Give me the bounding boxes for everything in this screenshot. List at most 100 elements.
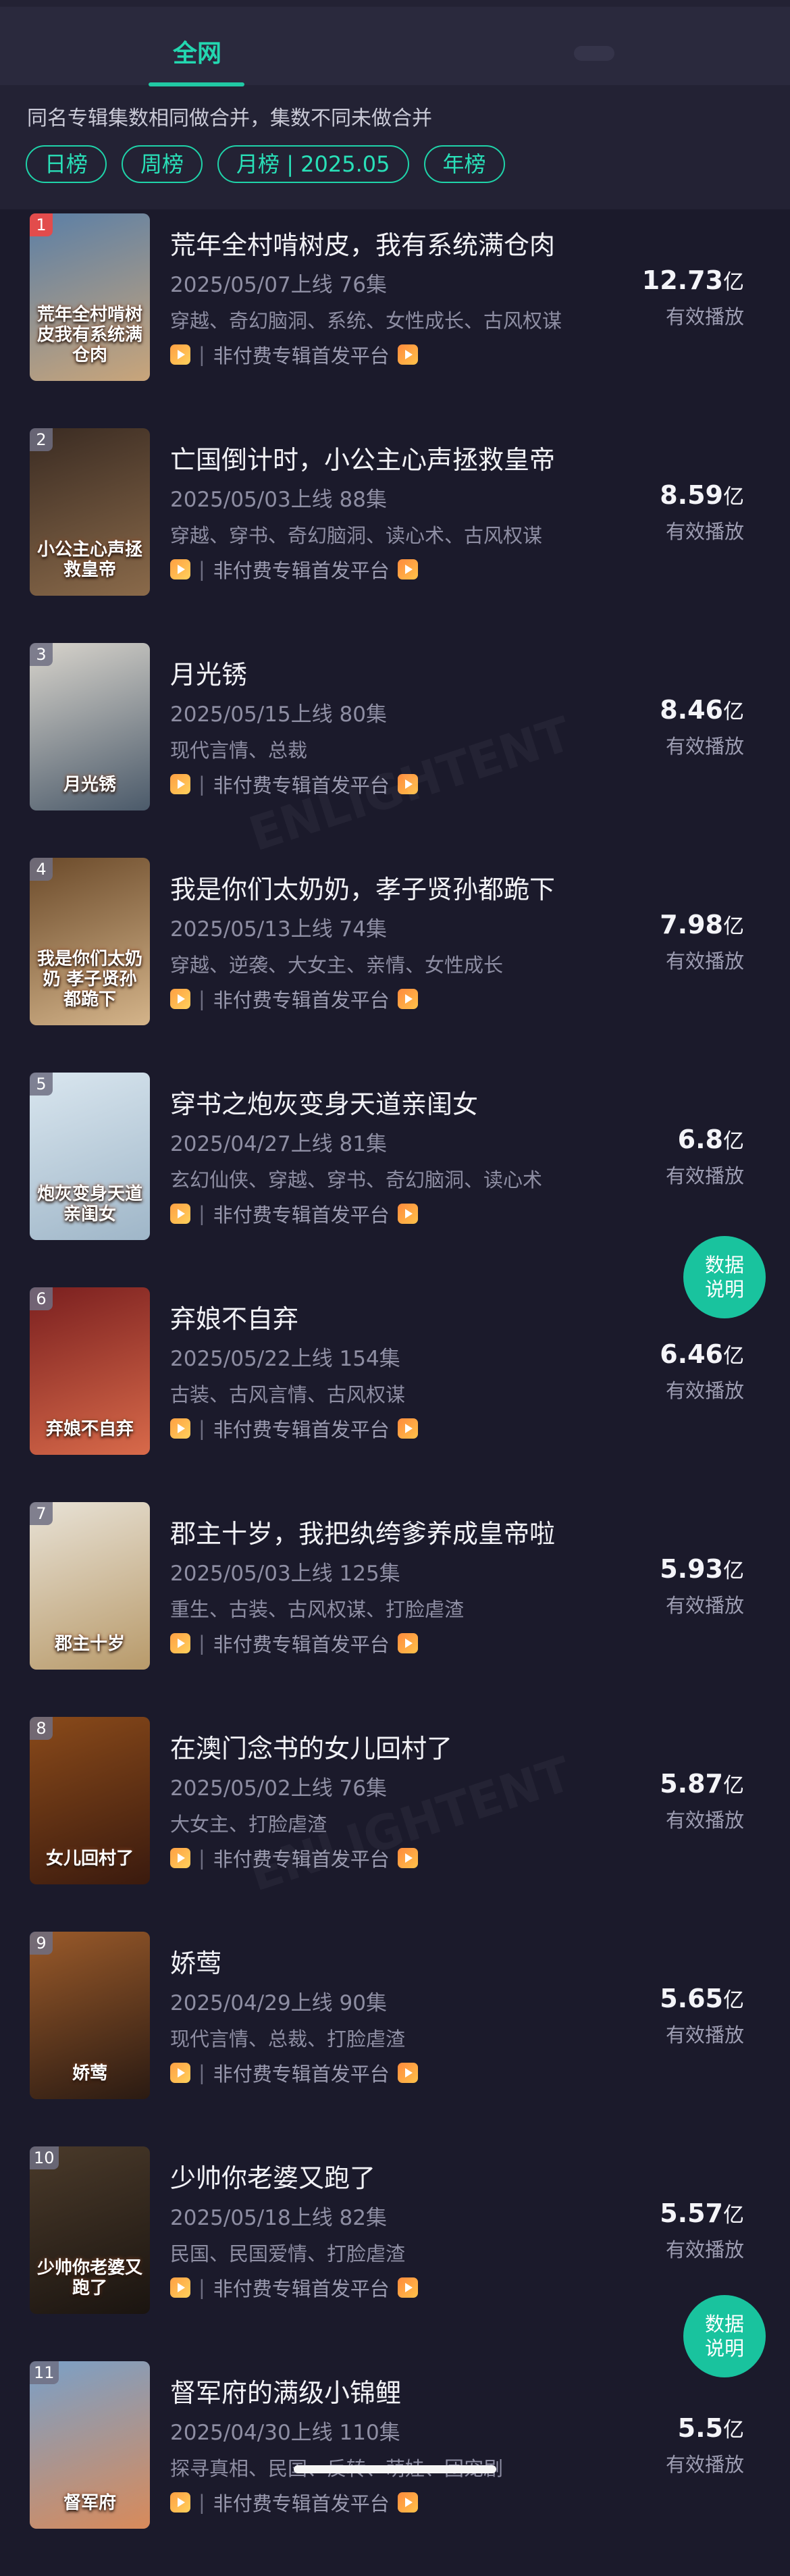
platform-logo-icon bbox=[170, 2063, 190, 2083]
play-count-unit: 亿 bbox=[723, 1774, 744, 1798]
poster-title: 荒年全村啃树皮我有系统满仓肉 bbox=[36, 305, 142, 366]
header: 全网 同名专辑集数相同做合并，集数不同未做合并 日榜 周榜 月榜 | 2025.… bbox=[0, 0, 790, 209]
poster-image[interactable]: 娇莺 bbox=[30, 1932, 150, 2099]
genre-tags: 现代言情、总裁 bbox=[170, 739, 308, 762]
release-info: 2025/05/07上线 76集 bbox=[170, 273, 387, 297]
tab-placeholder[interactable] bbox=[574, 46, 614, 61]
play-count-unit: 亿 bbox=[723, 2203, 744, 2227]
list-item[interactable]: 娇莺 9 娇莺 2025/04/29上线 90集 现代言情、总裁、打脸虐渣 | … bbox=[0, 1932, 790, 2146]
play-count-number: 12.73 bbox=[641, 265, 723, 295]
genre-tags: 玄幻仙侠、穿越、穿书、奇幻脑洞、读心术 bbox=[170, 1168, 543, 1191]
release-info: 2025/05/02上线 76集 bbox=[170, 1776, 387, 1801]
platform-row: | 非付费专辑首发平台 bbox=[170, 1629, 418, 1657]
poster-title: 我是你们太奶奶 孝子贤孙都跪下 bbox=[36, 949, 142, 1010]
release-info: 2025/05/18上线 82集 bbox=[170, 2206, 387, 2230]
play-count-number: 5.57 bbox=[660, 2198, 723, 2228]
platform-logo-icon bbox=[170, 1204, 190, 1224]
filter-daily[interactable]: 日榜 bbox=[26, 145, 107, 183]
platform-logo-icon bbox=[397, 1418, 418, 1439]
separator: | bbox=[199, 343, 205, 366]
filter-monthly[interactable]: 月榜 | 2025.05 bbox=[217, 145, 409, 183]
play-count-number: 8.59 bbox=[660, 480, 723, 510]
list-item[interactable]: 女儿回村了 8 在澳门念书的女儿回村了 2025/05/02上线 76集 大女主… bbox=[0, 1717, 790, 1932]
platform-logo-icon bbox=[170, 1633, 190, 1653]
list-item[interactable]: 炮灰变身天道亲闺女 5 穿书之炮灰变身天道亲闺女 2025/04/27上线 81… bbox=[0, 1073, 790, 1287]
rank-badge: 1 bbox=[30, 213, 53, 236]
drama-title[interactable]: 我是你们太奶奶，孝子贤孙都跪下 bbox=[170, 869, 555, 906]
merge-note: 同名专辑集数相同做合并，集数不同未做合并 bbox=[27, 107, 432, 130]
drama-title[interactable]: 在澳门念书的女儿回村了 bbox=[170, 1728, 452, 1765]
poster-image[interactable]: 小公主心声拯救皇帝 bbox=[30, 428, 150, 596]
list-item[interactable]: 月光锈 3 月光锈 2025/05/15上线 80集 现代言情、总裁 | 非付费… bbox=[0, 643, 790, 858]
play-count: 5.57亿 bbox=[660, 2198, 744, 2228]
play-count-unit: 亿 bbox=[723, 1559, 744, 1583]
play-count: 5.65亿 bbox=[660, 1983, 744, 2013]
play-count-number: 6.46 bbox=[660, 1339, 723, 1369]
platform-logo-icon bbox=[170, 774, 190, 794]
poster-image[interactable]: 月光锈 bbox=[30, 643, 150, 810]
poster-image[interactable]: 郡主十岁 bbox=[30, 1502, 150, 1670]
platform-logo-icon bbox=[397, 559, 418, 579]
play-count: 6.46亿 bbox=[660, 1339, 744, 1369]
tab-all[interactable]: 全网 bbox=[173, 34, 221, 69]
list-item[interactable]: 弃娘不自弃 6 弃娘不自弃 2025/05/22上线 154集 古装、古风言情、… bbox=[0, 1287, 790, 1502]
platform-logo-icon bbox=[397, 774, 418, 794]
period-filter: 日榜 周榜 月榜 | 2025.05 年榜 bbox=[26, 145, 505, 183]
filter-weekly[interactable]: 周榜 bbox=[122, 145, 203, 183]
play-count-unit: 亿 bbox=[723, 270, 744, 294]
rank-badge: 5 bbox=[30, 1073, 53, 1096]
list-item[interactable]: 我是你们太奶奶 孝子贤孙都跪下 4 我是你们太奶奶，孝子贤孙都跪下 2025/0… bbox=[0, 858, 790, 1073]
release-info: 2025/05/15上线 80集 bbox=[170, 702, 387, 727]
drama-title[interactable]: 弃娘不自弃 bbox=[170, 1298, 298, 1335]
drama-title[interactable]: 郡主十岁，我把纨绔爹养成皇帝啦 bbox=[170, 1513, 555, 1550]
rank-badge: 2 bbox=[30, 428, 53, 451]
filter-yearly[interactable]: 年榜 bbox=[423, 145, 505, 183]
release-info: 2025/04/27上线 81集 bbox=[170, 1132, 387, 1156]
genre-tags: 穿越、穿书、奇幻脑洞、读心术、古风权谋 bbox=[170, 524, 543, 547]
poster-image[interactable]: 少帅你老婆又跑了 bbox=[30, 2146, 150, 2314]
data-explain-button[interactable]: 数据 说明 bbox=[683, 1236, 766, 1318]
list-item[interactable]: 荒年全村啃树皮我有系统满仓肉 1 荒年全村啃树皮，我有系统满仓肉 2025/05… bbox=[0, 213, 790, 428]
play-count: 8.46亿 bbox=[660, 694, 744, 725]
separator: | bbox=[199, 987, 205, 1010]
drama-title[interactable]: 娇莺 bbox=[170, 1942, 221, 1980]
data-explain-button[interactable]: 数据 说明 bbox=[683, 2295, 766, 2377]
platform-row: | 非付费专辑首发平台 bbox=[170, 2273, 418, 2302]
play-count: 5.87亿 bbox=[660, 1768, 744, 1799]
separator: | bbox=[199, 2276, 205, 2299]
play-count: 7.98亿 bbox=[660, 909, 744, 939]
platform-text: 非付费专辑首发平台 bbox=[213, 989, 390, 1012]
drama-title[interactable]: 督军府的满级小锦鲤 bbox=[170, 2372, 401, 2409]
poster-image[interactable]: 女儿回村了 bbox=[30, 1717, 150, 1884]
poster-title: 女儿回村了 bbox=[45, 1849, 134, 1870]
play-count-unit: 亿 bbox=[723, 1988, 744, 2013]
poster-image[interactable]: 弃娘不自弃 bbox=[30, 1287, 150, 1455]
drama-title[interactable]: 荒年全村啃树皮，我有系统满仓肉 bbox=[170, 224, 555, 261]
release-info: 2025/04/29上线 90集 bbox=[170, 1991, 387, 2015]
list-item[interactable]: 郡主十岁 7 郡主十岁，我把纨绔爹养成皇帝啦 2025/05/03上线 125集… bbox=[0, 1502, 790, 1717]
play-count-number: 5.65 bbox=[660, 1984, 723, 2013]
poster-image[interactable]: 炮灰变身天道亲闺女 bbox=[30, 1073, 150, 1240]
list-item[interactable]: 少帅你老婆又跑了 10 少帅你老婆又跑了 2025/05/18上线 82集 民国… bbox=[0, 2146, 790, 2361]
poster-image[interactable]: 我是你们太奶奶 孝子贤孙都跪下 bbox=[30, 858, 150, 1025]
list-item[interactable]: 小公主心声拯救皇帝 2 亡国倒计时，小公主心声拯救皇帝 2025/05/03上线… bbox=[0, 428, 790, 643]
play-count: 5.5亿 bbox=[678, 2413, 744, 2443]
drama-title[interactable]: 亡国倒计时，小公主心声拯救皇帝 bbox=[170, 439, 555, 476]
play-count-label: 有效播放 bbox=[665, 2453, 744, 2476]
platform-row: | 非付费专辑首发平台 bbox=[170, 985, 418, 1013]
platform-logo-icon bbox=[170, 989, 190, 1009]
genre-tags: 大女主、打脸虐渣 bbox=[170, 1813, 327, 1836]
genre-tags: 穿越、逆袭、大女主、亲情、女性成长 bbox=[170, 954, 504, 977]
drama-title[interactable]: 月光锈 bbox=[170, 654, 247, 691]
poster-image[interactable]: 荒年全村啃树皮我有系统满仓肉 bbox=[30, 213, 150, 381]
drama-title[interactable]: 少帅你老婆又跑了 bbox=[170, 2157, 375, 2194]
active-tab-indicator bbox=[149, 82, 244, 86]
poster-image[interactable]: 督军府 bbox=[30, 2361, 150, 2529]
play-count-label: 有效播放 bbox=[665, 1594, 744, 1617]
play-count-label: 有效播放 bbox=[665, 2238, 744, 2261]
drama-title[interactable]: 穿书之炮灰变身天道亲闺女 bbox=[170, 1083, 478, 1120]
platform-text: 非付费专辑首发平台 bbox=[213, 1418, 390, 1441]
platform-logo-icon bbox=[170, 1848, 190, 1868]
platform-logo-icon bbox=[170, 344, 190, 365]
play-count-number: 5.5 bbox=[677, 2413, 723, 2443]
